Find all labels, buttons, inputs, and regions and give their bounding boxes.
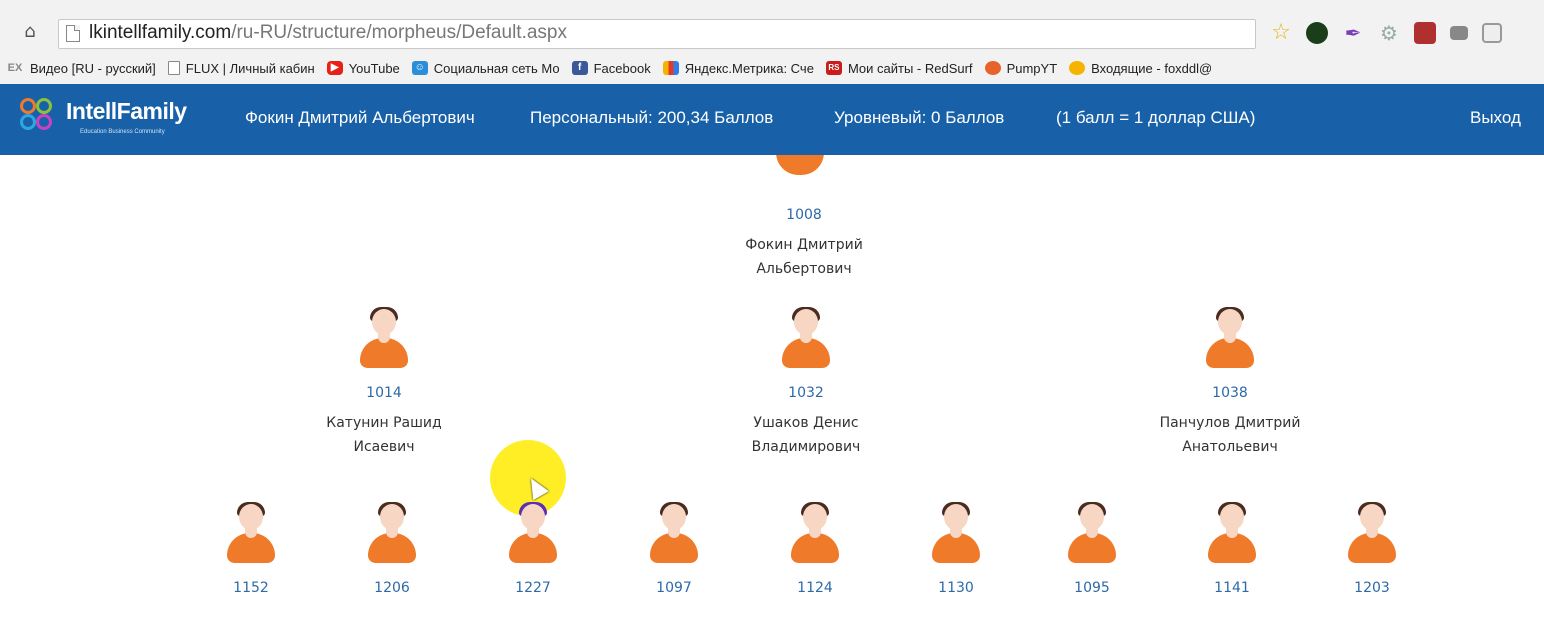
address-row: ⌂ lkintellfamily.com/ru-RU/structure/mor… — [0, 12, 1544, 54]
user-avatar-icon[interactable] — [650, 502, 698, 564]
smile-icon: ☺ — [411, 61, 428, 75]
user-avatar-icon[interactable] — [360, 307, 408, 369]
camera-extension-icon[interactable] — [1414, 22, 1436, 44]
bookmark-item[interactable]: ☺ Социальная сеть Мо — [406, 61, 566, 76]
grey-extension-icon[interactable] — [1450, 26, 1468, 40]
personal-balance: Персональный: 200,34 Баллов — [530, 108, 774, 127]
node-id[interactable]: 1032 — [716, 385, 896, 401]
structure-tree: 1008 Фокин Дмитрий Альбертович 1014 Кату… — [0, 155, 1544, 635]
extension-icons: ☆ ✒ ⚙ — [1270, 20, 1502, 46]
user-avatar-icon[interactable] — [791, 502, 839, 564]
user-avatar-icon[interactable] — [782, 307, 830, 369]
user-avatar-icon[interactable] — [1208, 502, 1256, 564]
app-header: IntellFamily Education Business Communit… — [0, 84, 1544, 155]
node-id[interactable]: 1203 — [1282, 580, 1462, 596]
node-id[interactable]: 1038 — [1140, 385, 1320, 401]
user-avatar-icon[interactable] — [368, 502, 416, 564]
tree-node: 1203 — [1282, 502, 1462, 596]
bookmark-item[interactable]: ▶ YouTube — [321, 61, 406, 76]
browser-chrome: ⌂ lkintellfamily.com/ru-RU/structure/mor… — [0, 0, 1544, 85]
ex-icon: EX — [7, 62, 23, 74]
logo-text: IntellFamily — [66, 98, 187, 124]
node-id[interactable]: 1014 — [294, 385, 474, 401]
yandex-metrika-icon — [662, 61, 679, 75]
bookmark-star-icon[interactable]: ☆ — [1270, 22, 1292, 44]
tree-node: 1014 Катунин Рашид Исаевич — [294, 307, 474, 459]
logout-link[interactable]: Выход — [1470, 108, 1521, 128]
bookmarks-bar: EX Видео [RU - русский] FLUX | Личный каб… — [0, 55, 1544, 81]
node-name: Ушаков Денис Владимирович — [751, 415, 861, 455]
node-name: Катунин Рашид Исаевич — [326, 415, 442, 455]
home-icon[interactable]: ⌂ — [20, 22, 40, 42]
root-node-id[interactable]: 1008 — [714, 207, 894, 223]
tree-node: 1032 Ушаков Денис Владимирович — [716, 307, 896, 459]
exchange-rate: (1 балл = 1 доллар США) — [1056, 108, 1256, 127]
bookmark-item[interactable]: f Facebook — [566, 61, 657, 76]
user-avatar-icon[interactable] — [509, 502, 557, 564]
facebook-icon: f — [571, 61, 588, 75]
root-node: 1008 Фокин Дмитрий Альбертович — [714, 207, 894, 281]
mail-icon — [1069, 61, 1086, 75]
feather-extension-icon[interactable]: ✒ — [1342, 22, 1364, 44]
user-avatar-icon[interactable] — [1348, 502, 1396, 564]
redsurf-icon: RS — [825, 61, 842, 75]
level-balance: Уровневый: 0 Баллов — [834, 108, 1005, 127]
bookmark-item[interactable]: FLUX | Личный кабин — [162, 61, 321, 76]
user-avatar-icon[interactable] — [227, 502, 275, 564]
bookmark-item[interactable]: Входящие - foxddl@ — [1063, 61, 1218, 76]
logo-subtitle: Education Business Community — [80, 129, 165, 135]
pumpyt-icon — [984, 61, 1001, 75]
tree-node: 1038 Панчулов Дмитрий Анатольевич — [1140, 307, 1320, 459]
bookmark-item[interactable]: EX Видео [RU - русский] — [0, 61, 162, 76]
logo[interactable]: IntellFamily Education Business Communit… — [18, 96, 208, 140]
bookmark-item[interactable]: RS Мои сайты - RedSurf — [820, 61, 979, 76]
root-node-name: Фокин Дмитрий Альбертович — [745, 237, 863, 277]
url-text[interactable]: lkintellfamily.com/ru-RU/structure/morph… — [89, 22, 567, 44]
user-avatar-icon[interactable] — [1206, 307, 1254, 369]
bookmark-item[interactable]: PumpYT — [979, 61, 1064, 76]
globe-extension-icon[interactable] — [1306, 22, 1328, 44]
user-avatar-icon[interactable] — [932, 502, 980, 564]
node-name: Панчулов Дмитрий Анатольевич — [1159, 415, 1301, 455]
bookmark-item[interactable]: Яндекс.Метрика: Сче — [657, 61, 820, 76]
user-avatar-icon[interactable] — [1068, 502, 1116, 564]
youtube-icon: ▶ — [326, 61, 343, 75]
gear-extension-icon[interactable]: ⚙ — [1378, 22, 1400, 44]
address-bar[interactable]: lkintellfamily.com/ru-RU/structure/morph… — [58, 19, 1256, 49]
menu-extension-icon[interactable] — [1482, 23, 1502, 43]
page-icon — [66, 25, 80, 42]
page-icon — [167, 61, 180, 75]
root-avatar[interactable] — [776, 155, 824, 175]
user-name: Фокин Дмитрий Альбертович — [245, 108, 475, 127]
logo-icon — [18, 96, 54, 132]
